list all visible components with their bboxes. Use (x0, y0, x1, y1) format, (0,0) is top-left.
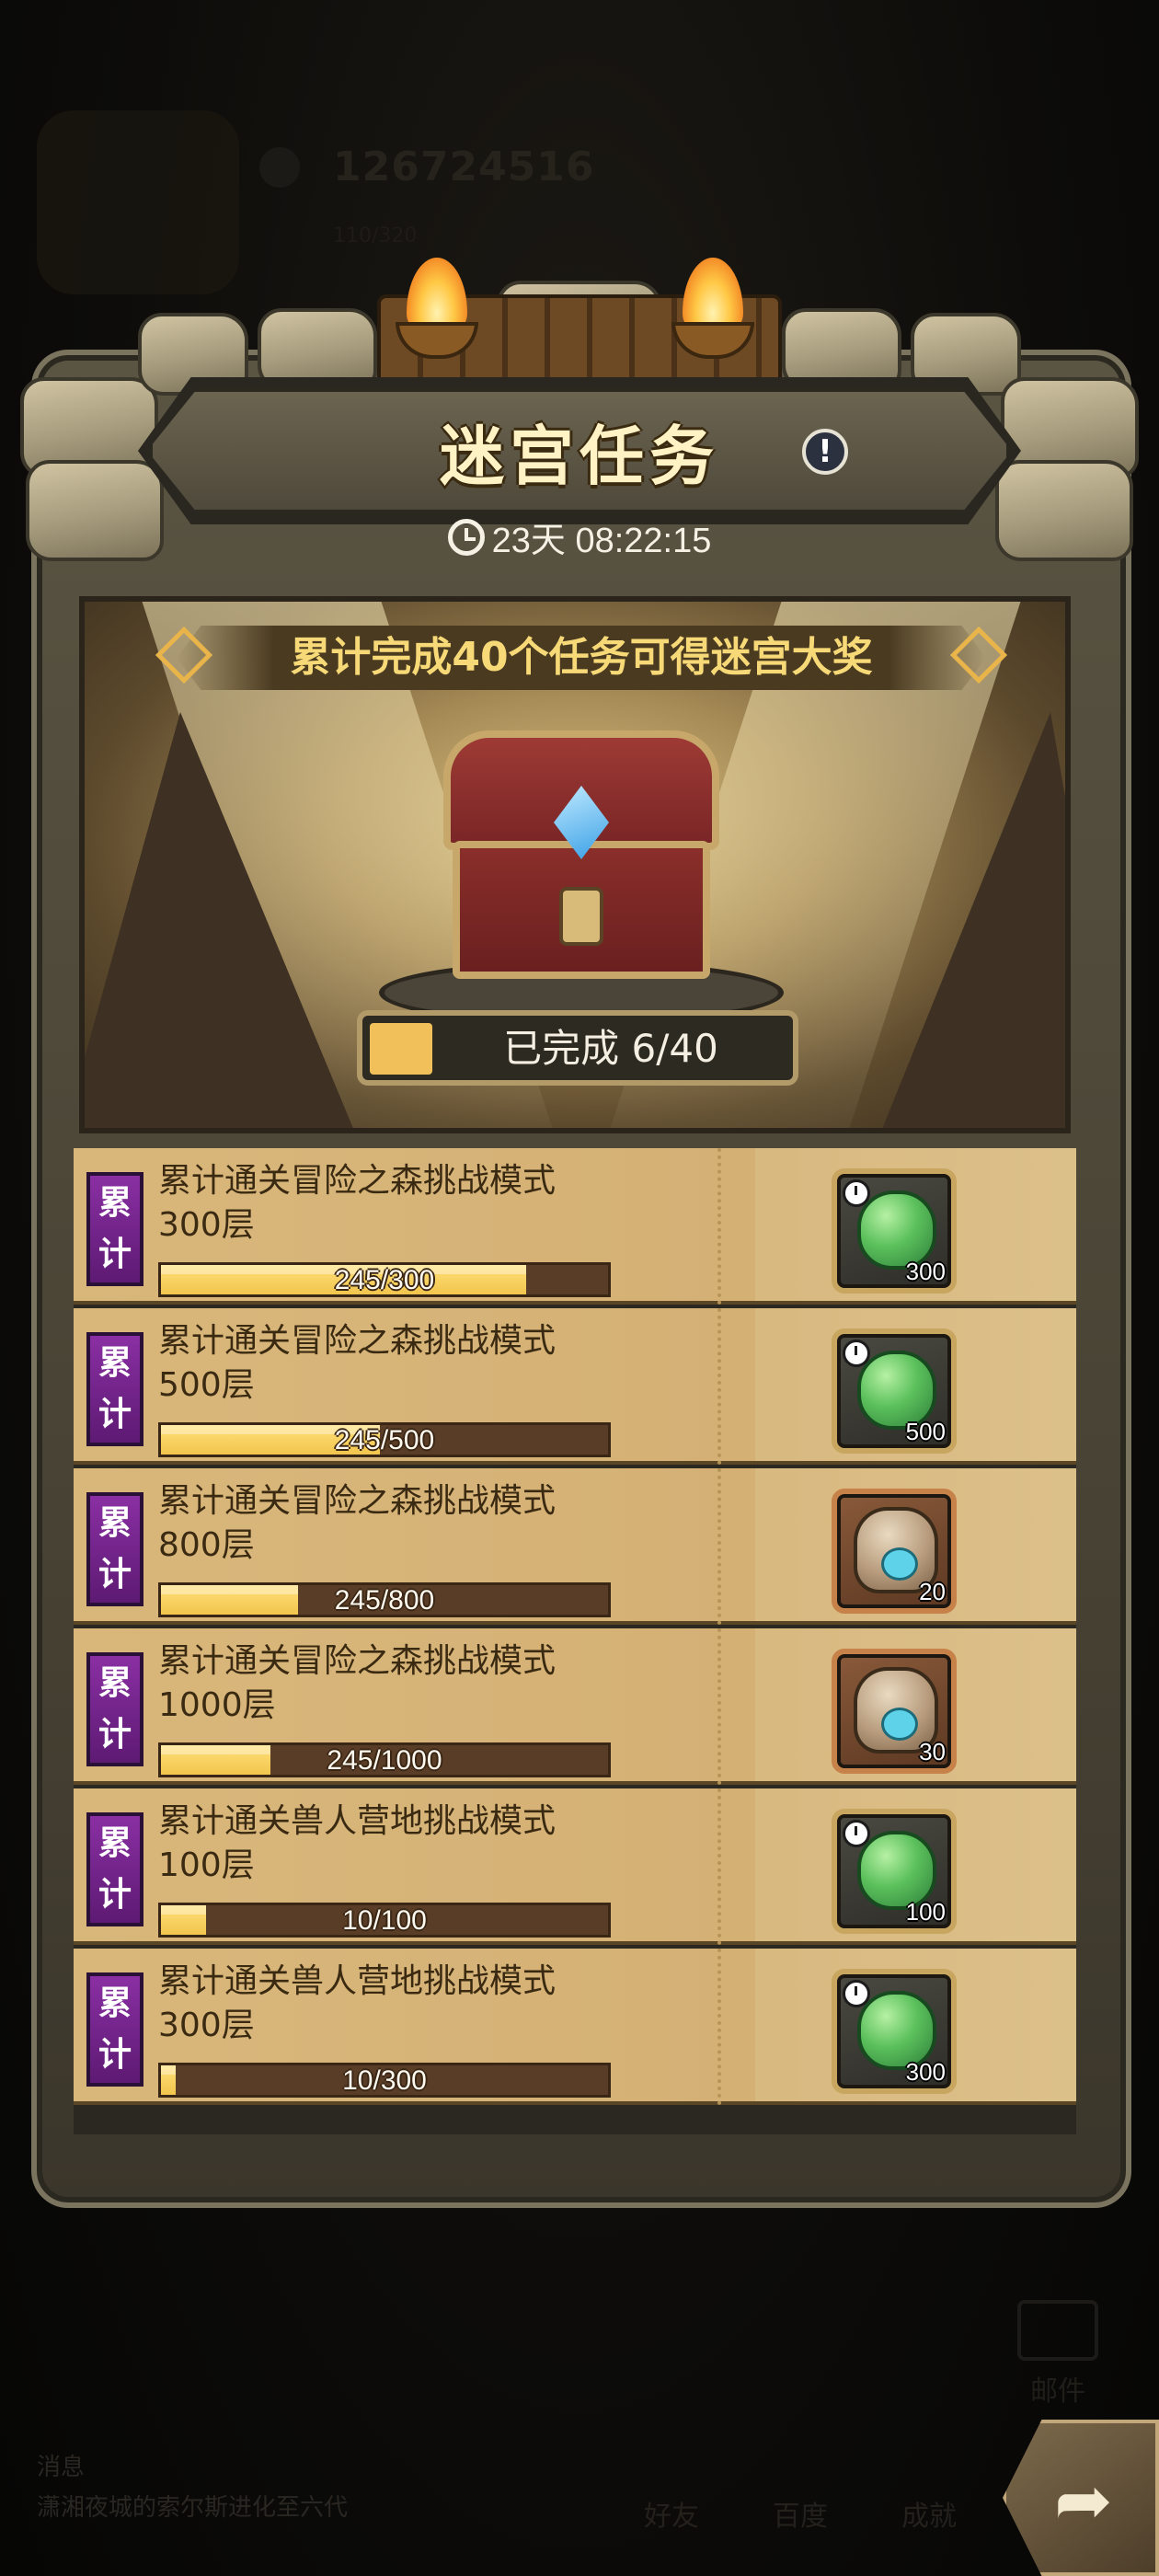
quest-progress-text: 10/100 (342, 1905, 427, 1936)
quest-title: 累计通关冒险之森挑战模式 1000层 (158, 1642, 557, 1724)
quest-row[interactable]: 累计 累计通关冒险之森挑战模式 800层 245/800 20 (74, 1468, 1076, 1625)
quest-title: 累计通关兽人营地挑战模式 100层 (158, 1802, 557, 1884)
quest-title: 累计通关冒险之森挑战模式 500层 (158, 1322, 557, 1404)
reward-quantity: 300 (905, 1258, 946, 1285)
share-arrow-icon: ➦ (1054, 2459, 1113, 2541)
player-id: 126724516 (333, 144, 595, 190)
quest-progress-text: 10/300 (342, 2065, 427, 2096)
reward-item[interactable]: 300 (832, 1168, 957, 1294)
event-timer: 23天 08:22:15 (405, 512, 754, 570)
quest-progress-bar: 10/100 (158, 1903, 611, 1938)
rock-decor (26, 460, 164, 561)
quest-title: 累计通关兽人营地挑战模式 300层 (158, 1962, 557, 2044)
cumulative-tag: 累计 (86, 1812, 143, 1926)
timed-item-icon (843, 1340, 870, 1367)
news-line: 潇湘夜城的索尔斯进化至六代 (37, 2494, 349, 2522)
bottom-tabs: 好友 百度 成就 (625, 2429, 1030, 2539)
prize-banner-text: 累计完成40个任务可得迷宫大奖 (290, 634, 873, 681)
grand-prize-showcase: 累计完成40个任务可得迷宫大奖 已完成 6/40 (79, 596, 1071, 1133)
quest-title: 累计通关冒险之森挑战模式 300层 (158, 1162, 557, 1244)
mail-label: 邮件 (1030, 2375, 1085, 2408)
torch-icon (386, 258, 488, 377)
news-line: 消息 (37, 2454, 86, 2481)
quest-row[interactable]: 累计 累计通关冒险之森挑战模式 1000层 245/1000 30 (74, 1628, 1076, 1785)
quest-progress-bar: 245/500 (158, 1422, 611, 1457)
quest-progress-bar: 10/300 (158, 2063, 611, 2098)
quest-progress-text: 245/1000 (327, 1745, 442, 1776)
quest-progress-bar: 245/1000 (158, 1742, 611, 1777)
timed-item-icon (843, 1179, 870, 1207)
info-icon[interactable]: ! (802, 429, 848, 475)
reward-quantity: 20 (919, 1578, 946, 1605)
quest-row[interactable]: 累计 累计通关冒险之森挑战模式 500层 245/500 500 (74, 1308, 1076, 1465)
news-ticker: 消息 潇湘夜城的索尔斯进化至六代 (37, 2447, 348, 2528)
quest-progress-bar: 245/300 (158, 1262, 611, 1297)
player-avatar (37, 110, 239, 294)
quest-row[interactable]: 累计 累计通关冒险之森挑战模式 300层 245/300 300 (74, 1148, 1076, 1305)
reward-item[interactable]: 300 (832, 1969, 957, 2094)
reward-quantity: 30 (919, 1738, 946, 1765)
timer-text: 23天 08:22:15 (491, 522, 712, 560)
tab-temple: 百度 (773, 2501, 828, 2533)
clock-icon (447, 518, 485, 556)
rock-decor (995, 460, 1133, 561)
quest-row[interactable]: 累计 累计通关兽人营地挑战模式 100层 10/100 100 (74, 1788, 1076, 1945)
player-stamina: 110/320 (333, 224, 418, 247)
mail-button: 邮件 (1012, 2300, 1104, 2410)
gem-icon (259, 147, 300, 188)
reward-quantity: 300 (905, 2058, 946, 2086)
reward-item[interactable]: 20 (832, 1489, 957, 1614)
treasure-chest-icon[interactable] (443, 730, 719, 988)
quest-progress-bar: 245/800 (158, 1582, 611, 1617)
cumulative-tag: 累计 (86, 1652, 143, 1766)
reward-quantity: 500 (905, 1418, 946, 1445)
quest-row[interactable]: 累计 累计通关兽人营地挑战模式 300层 10/300 300 (74, 1949, 1076, 2105)
reward-item[interactable]: 500 (832, 1328, 957, 1454)
quest-progress-text: 245/800 (334, 1585, 435, 1616)
quest-title: 累计通关冒险之森挑战模式 800层 (158, 1482, 557, 1564)
timed-item-icon (843, 1980, 870, 2007)
overall-progress-text: 已完成 6/40 (503, 1026, 718, 1071)
tab-achievements: 成就 (901, 2501, 957, 2533)
torch-icon (662, 258, 763, 377)
timed-item-icon (843, 1820, 870, 1847)
overall-progress: 已完成 6/40 (357, 1010, 798, 1086)
mail-icon (1017, 2300, 1098, 2361)
quest-progress-text: 245/500 (334, 1425, 435, 1455)
dialog-title: 迷宫任务 (440, 419, 719, 494)
reward-item[interactable]: 30 (832, 1649, 957, 1774)
overall-progress-fill (370, 1023, 432, 1075)
cumulative-tag: 累计 (86, 1492, 143, 1606)
reward-quantity: 100 (905, 1898, 946, 1926)
tab-friends: 好友 (644, 2501, 699, 2533)
quest-list[interactable]: 累计 累计通关冒险之森挑战模式 300层 245/300 300 累计 累计通关冒险之森挑… (74, 1148, 1076, 2134)
cumulative-tag: 累计 (86, 1332, 143, 1446)
reward-item[interactable]: 100 (832, 1809, 957, 1934)
cumulative-tag: 累计 (86, 1172, 143, 1286)
cumulative-tag: 累计 (86, 1972, 143, 2087)
quest-progress-text: 245/300 (334, 1265, 435, 1295)
